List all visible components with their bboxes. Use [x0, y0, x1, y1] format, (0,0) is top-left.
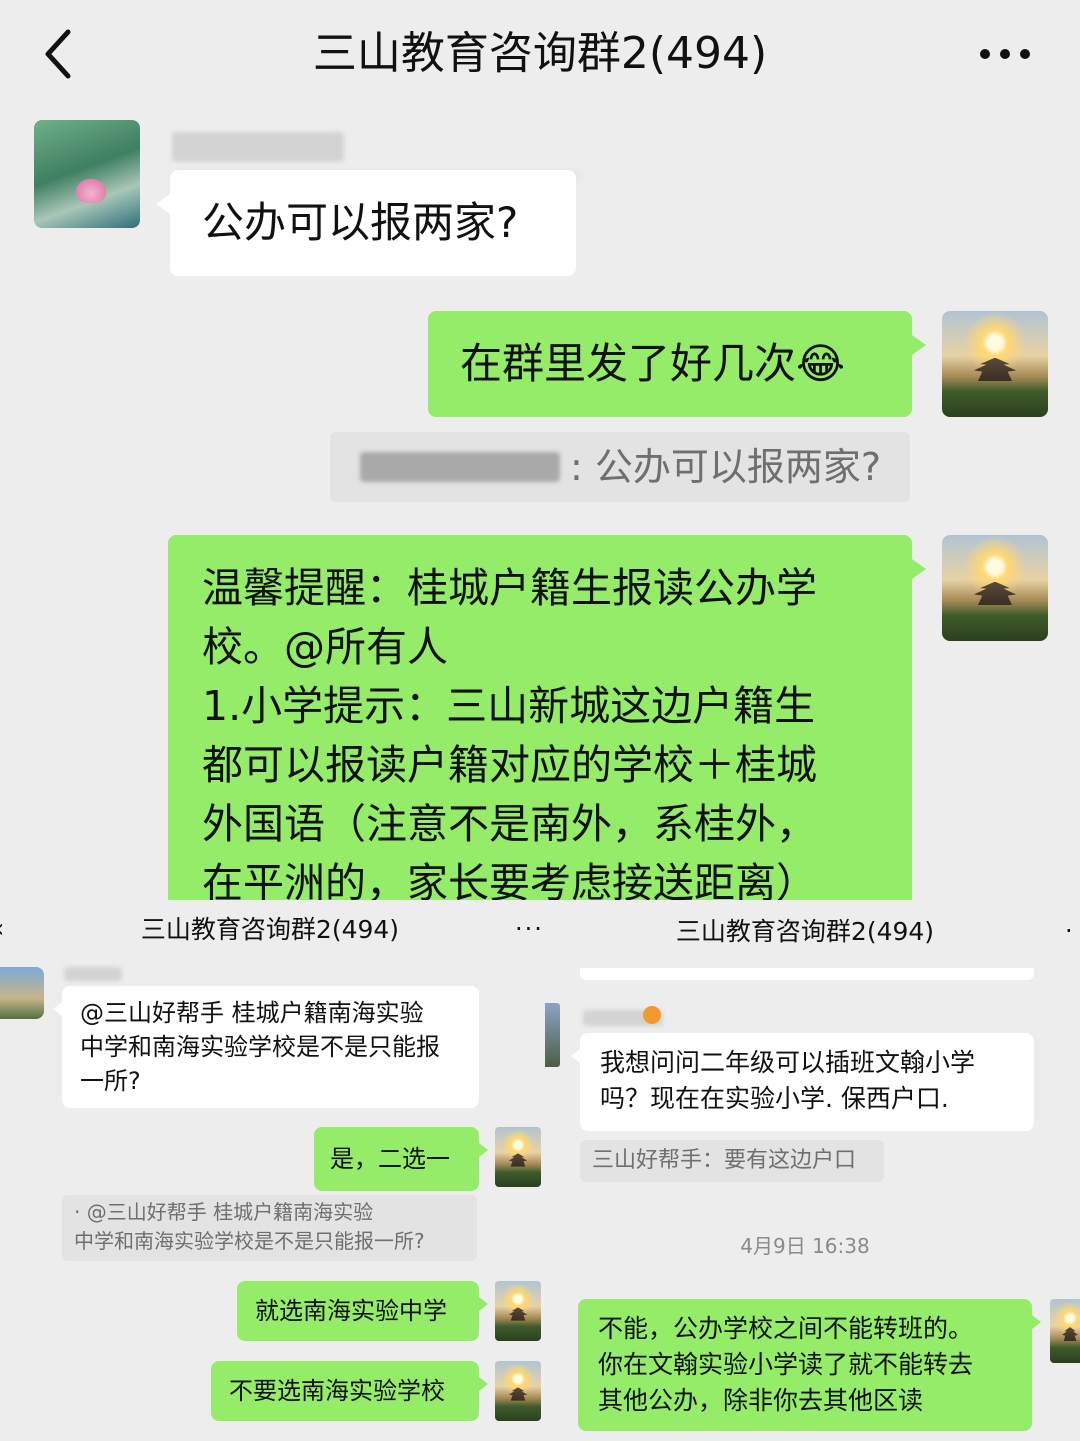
quoted-sender-redacted	[360, 452, 560, 482]
message-bubble[interactable]: 公办可以报两家?	[156, 170, 576, 276]
self-avatar[interactable]	[495, 1361, 541, 1421]
message-line: 中学和南海实验学校是不是只能报	[80, 1033, 440, 1061]
sender-name-emoji	[643, 1006, 661, 1024]
sender-avatar[interactable]	[34, 120, 140, 228]
self-avatar[interactable]	[495, 1127, 541, 1187]
left-panel: ‹ 三山教育咨询群2(494) ··· @三山好帮手 桂城户籍南海实验 中学和南…	[0, 900, 545, 1441]
message-text: 公办可以报两家?	[202, 198, 519, 247]
quoted-message[interactable]: 三山好帮手：要有这边户口	[580, 1140, 884, 1182]
back-button[interactable]	[30, 22, 90, 86]
sender-avatar[interactable]	[545, 1003, 560, 1067]
message-bubble[interactable]: @三山好帮手 桂城户籍南海实验 中学和南海实验学校是不是只能报 一所?	[53, 986, 479, 1108]
more-icon[interactable]: ·	[1065, 916, 1073, 946]
message-line: 一所?	[80, 1067, 141, 1095]
message-line: 我想问问二年级可以插班文翰小学	[600, 1048, 976, 1077]
message-line: 校。@所有人	[202, 623, 448, 671]
more-icon	[980, 49, 1030, 59]
quoted-line: 中学和南海实验学校是不是只能报一所?	[74, 1229, 425, 1253]
more-options-button[interactable]	[970, 36, 1040, 72]
message-line: 不能，公办学校之间不能转班的。	[598, 1314, 974, 1343]
message-bubble[interactable]: 温馨提醒：桂城户籍生报读公办学 校。@所有人 1.小学提示：三山新城这边户籍生 …	[168, 535, 926, 907]
message-bubble[interactable]: 不要选南海实验学校	[211, 1361, 488, 1421]
more-icon[interactable]: ···	[515, 914, 544, 944]
message-line: 你在文翰实验小学读了就不能转去	[598, 1350, 974, 1379]
back-icon[interactable]: ‹	[0, 912, 4, 946]
sender-avatar[interactable]	[0, 967, 44, 1019]
message-text: 在群里发了好几次😂	[460, 339, 846, 388]
message-line: 外国语（注意不是南外，系桂外，	[202, 800, 817, 848]
message-line: 1.小学提示：三山新城这边户籍生	[202, 682, 816, 730]
quoted-message[interactable]: · @三山好帮手 桂城户籍南海实验 中学和南海实验学校是不是只能报一所?	[62, 1195, 477, 1261]
message-bubble[interactable]: 是，二选一	[314, 1127, 488, 1191]
panel-title: 三山教育咨询群2(494)	[140, 915, 400, 944]
message-bubble[interactable]: 就选南海实验中学	[237, 1281, 488, 1341]
self-avatar[interactable]	[1050, 1299, 1080, 1363]
self-avatar[interactable]	[942, 311, 1048, 417]
right-panel: 三山教育咨询群2(494) · 我想问问二年级可以插班文翰小学 吗？现在在实验小…	[545, 900, 1080, 1441]
message-line: 其他公办，除非你去其他区读	[598, 1386, 924, 1415]
quoted-text: : 公办可以报两家?	[570, 445, 882, 489]
chevron-left-icon	[45, 29, 71, 79]
quoted-message[interactable]: : 公办可以报两家?	[330, 432, 910, 502]
previous-message-edge	[580, 968, 1034, 980]
message-bubble[interactable]: 不能，公办学校之间不能转班的。 你在文翰实验小学读了就不能转去 其他公办，除非你…	[578, 1299, 1041, 1431]
quoted-line: · @三山好帮手 桂城户籍南海实验	[74, 1200, 374, 1224]
chat-title: 三山教育咨询群2(494)	[312, 28, 768, 79]
message-text: 是，二选一	[330, 1145, 450, 1173]
message-line: 温馨提醒：桂城户籍生报读公办学	[202, 564, 817, 612]
message-line: 都可以报读户籍对应的学校＋桂城	[202, 741, 817, 789]
self-avatar[interactable]	[942, 535, 1048, 641]
sender-name-redacted	[64, 967, 122, 981]
message-line: @三山好帮手 桂城户籍南海实验	[80, 999, 424, 1027]
panel-title: 三山教育咨询群2(494)	[675, 917, 935, 946]
message-line: 吗？现在在实验小学. 保西户口.	[600, 1084, 949, 1113]
message-text: 就选南海实验中学	[255, 1297, 447, 1325]
message-bubble[interactable]: 我想问问二年级可以插班文翰小学 吗？现在在实验小学. 保西户口.	[571, 1033, 1034, 1131]
quoted-text: 三山好帮手：要有这边户口	[592, 1148, 857, 1173]
timestamp: 4月9日 16:38	[740, 1234, 870, 1258]
message-bubble[interactable]: 在群里发了好几次😂	[428, 311, 926, 417]
self-avatar[interactable]	[495, 1281, 541, 1341]
sender-name-redacted	[172, 132, 344, 162]
message-text: 不要选南海实验学校	[229, 1377, 445, 1405]
